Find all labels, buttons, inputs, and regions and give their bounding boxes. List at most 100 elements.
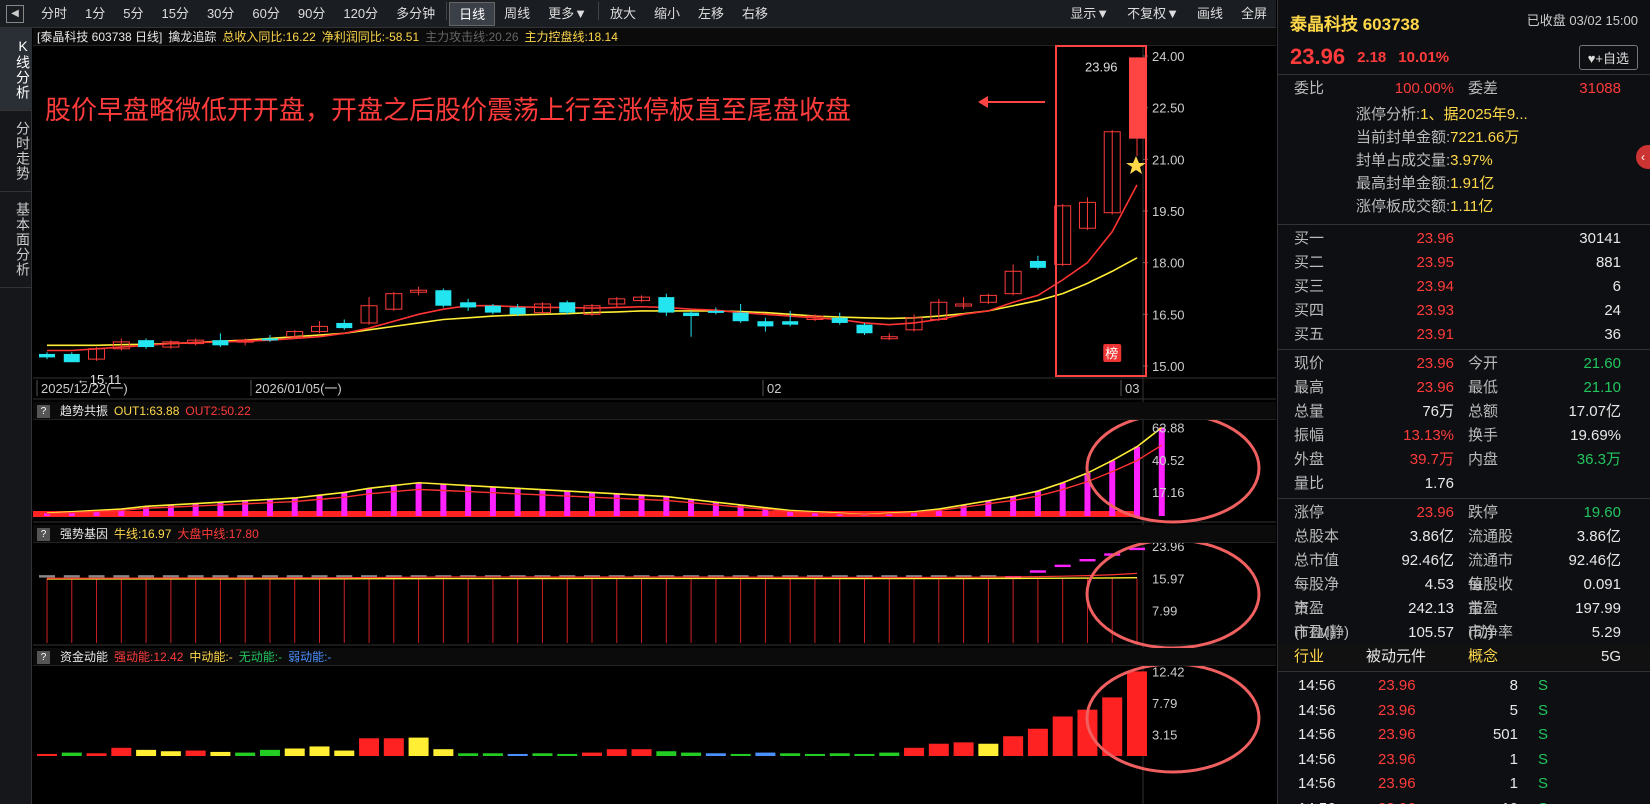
concept-value[interactable]: 5G — [1522, 645, 1621, 669]
candle-body-limit-up — [1129, 57, 1145, 139]
limit-row: 涨停分析:1、据2025年9... — [1356, 103, 1650, 126]
trade-time: 14:56 — [1298, 775, 1336, 792]
toolbar-right-button[interactable]: 画线 — [1188, 2, 1232, 26]
sub3-bar — [780, 753, 801, 756]
period-toolbar: ◀ 分时 1分 5分 15分 30分 60分 90分 120分 多分钟 日线 周线 更多▼ 放大 缩小 左移… — [0, 0, 1276, 28]
limit-label: 涨停分析: — [1356, 106, 1421, 123]
industry-row: 行业 被动元件 概念 5G — [1278, 645, 1650, 669]
highlight-ellipse — [1085, 538, 1261, 650]
stat-label: 振幅 — [1294, 427, 1325, 444]
date-axis-label: 03 — [1125, 381, 1139, 396]
sub3-bar — [1127, 671, 1147, 756]
candle-body — [261, 338, 278, 341]
toolbar-right-button[interactable]: 显示▼ — [1061, 2, 1118, 26]
industry-value[interactable]: 被动元件 — [1352, 645, 1454, 669]
stat-value: 36.3万 — [1576, 451, 1621, 468]
collapse-icon[interactable]: ◀ — [6, 4, 24, 23]
bid-price: 23.91 — [1416, 326, 1454, 343]
bid-row: 买三 23.94 6 — [1278, 275, 1650, 299]
concept-label[interactable]: 概念 — [1454, 645, 1522, 669]
period-button[interactable]: 分时 — [32, 2, 76, 26]
sub3-bar — [953, 742, 974, 756]
price-change: 2.18 — [1357, 48, 1387, 66]
toolbar-right-button[interactable]: 不复权▼ — [1118, 2, 1188, 26]
help-icon[interactable]: ? — [37, 651, 50, 664]
limit-row: 最高封单金额:1.91亿 — [1356, 172, 1650, 195]
period-button[interactable]: 5分 — [114, 2, 152, 26]
limit-value: 1.11亿 — [1450, 198, 1494, 215]
stat-value: 19.69% — [1570, 427, 1621, 444]
bid-row: 买四 23.93 24 — [1278, 299, 1650, 323]
last-price: 23.96 — [1290, 44, 1346, 69]
period-button[interactable]: 90分 — [289, 2, 334, 26]
period-button[interactable]: 15分 — [152, 2, 197, 26]
sub2-name[interactable]: 强势基因 — [60, 525, 108, 542]
period-button[interactable]: 更多▼ — [539, 2, 596, 26]
sub2-block — [237, 575, 254, 578]
trade-price: 23.96 — [1378, 677, 1416, 694]
trade-volume: 1 — [1509, 775, 1518, 792]
sub3-bar — [210, 751, 231, 756]
help-icon[interactable]: ? — [37, 528, 50, 541]
candle-body — [658, 297, 675, 313]
period-button[interactable]: 30分 — [198, 2, 243, 26]
period-button[interactable]: 周线 — [495, 2, 539, 26]
sub1-name[interactable]: 趋势共振 — [60, 402, 108, 419]
sub1-out2-line — [46, 444, 1163, 516]
sub1-bar — [489, 486, 496, 516]
stat-label: 总量 — [1294, 403, 1325, 420]
period-button[interactable]: 多分钟 — [387, 2, 444, 26]
candle-body — [732, 312, 749, 322]
bid-volume: 6 — [1612, 278, 1621, 295]
trade-time: 14:56 — [1298, 701, 1336, 719]
trade-time: 14:56 — [1298, 750, 1336, 768]
limit-value: 7221.66万 — [1450, 129, 1520, 146]
trade-time: 14:56 — [1298, 677, 1336, 694]
bid-volume: 881 — [1595, 254, 1621, 271]
sub3-bar — [557, 753, 578, 756]
side-tab[interactable]: 分时走势 — [0, 111, 32, 192]
sub2-block — [88, 575, 105, 578]
sub3-name[interactable]: 资金动能 — [60, 648, 108, 665]
period-button[interactable]: 放大 — [601, 2, 645, 26]
sub1-bar — [316, 495, 323, 516]
sub1-bar — [613, 493, 620, 516]
side-tab[interactable]: 基本面分析 — [0, 192, 32, 288]
sub1-out1: OUT1:63.88 — [114, 404, 180, 418]
stat-value: 13.13% — [1403, 427, 1454, 444]
price-axis-label: 16.50 — [1152, 307, 1185, 322]
period-button[interactable]: 60分 — [243, 2, 288, 26]
toolbar-right-button[interactable]: 全屏 — [1232, 2, 1276, 26]
sub3-bar — [61, 752, 82, 756]
bid-volume: 30141 — [1579, 230, 1621, 247]
period-button[interactable]: 右移 — [733, 2, 777, 26]
add-favorite-button[interactable]: ♥+自选 — [1578, 44, 1638, 70]
sub3-bar — [804, 753, 825, 756]
period-button[interactable]: 缩小 — [645, 2, 689, 26]
period-button[interactable]: 1分 — [76, 2, 114, 26]
panel-title: 泰晶科技 603738 已收盘 03/02 15:00 — [1278, 0, 1650, 42]
bid-price: 23.96 — [1416, 230, 1454, 247]
sub1-bar — [341, 492, 348, 516]
sub3-bar — [582, 752, 602, 756]
order-ratio-row: 委比 100.00% 委差 31088 — [1278, 77, 1650, 101]
side-tab[interactable]: K线分析 — [0, 28, 32, 111]
bid-label: 买四 — [1294, 302, 1325, 319]
period-button[interactable]: 120分 — [334, 2, 387, 26]
sub1-bar — [514, 488, 521, 516]
weibi-label: 委比 — [1294, 80, 1325, 97]
sub2-block — [113, 575, 130, 578]
period-button[interactable]: 日线 — [449, 1, 496, 26]
trade-side: S — [1538, 797, 1618, 804]
sub3-bar — [482, 753, 503, 756]
sub3-bar — [656, 751, 677, 756]
help-icon[interactable]: ? — [37, 405, 50, 418]
limit-label: 涨停板成交额: — [1356, 198, 1451, 215]
industry-label[interactable]: 行业 — [1294, 645, 1352, 669]
sub2-block — [212, 575, 229, 578]
candle-body — [683, 312, 700, 317]
stat-value: 17.07亿 — [1568, 403, 1621, 420]
period-button[interactable]: 左移 — [689, 2, 733, 26]
stat-value: 21.60 — [1583, 355, 1621, 372]
rank-badge: 榜 — [1105, 346, 1118, 361]
